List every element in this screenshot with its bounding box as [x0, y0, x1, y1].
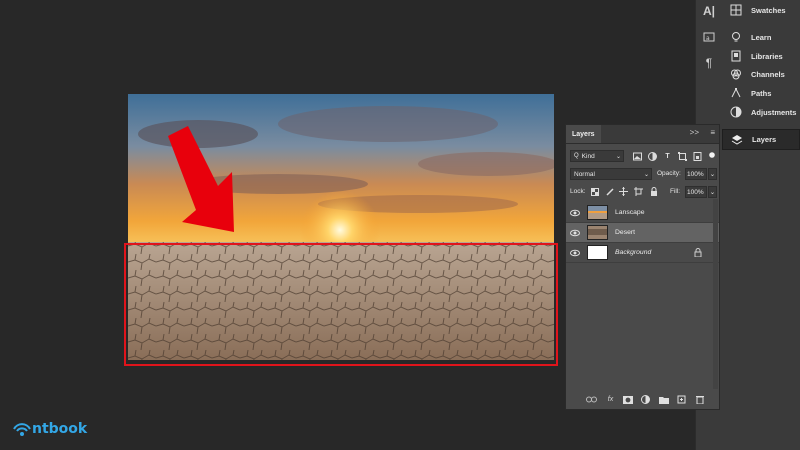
- panel-learn-label: Learn: [751, 32, 772, 42]
- filter-pixel-icon[interactable]: [633, 152, 642, 161]
- blend-mode-select[interactable]: Normal ⌄: [570, 168, 652, 180]
- paths-icon: [729, 86, 743, 100]
- ntbook-logo: ntbook: [12, 418, 87, 440]
- panel-learn[interactable]: Learn: [722, 27, 800, 47]
- filter-smart-object-icon[interactable]: [693, 152, 702, 161]
- panel-paths-label: Paths: [751, 88, 772, 98]
- layer-name: Desert: [615, 229, 636, 236]
- lock-artboard-icon[interactable]: [634, 187, 643, 196]
- layers-panel-footer: fx: [566, 390, 719, 409]
- panel-menu-icon[interactable]: ≡: [710, 128, 715, 137]
- eye-icon[interactable]: [570, 248, 580, 258]
- filter-kind-select[interactable]: Q Kind ⌄: [570, 150, 624, 162]
- layer-thumbnail: [587, 205, 608, 220]
- panel-layers[interactable]: Layers: [722, 129, 800, 150]
- opacity-label: Opacity:: [657, 170, 681, 177]
- filter-kind-label: Kind: [581, 152, 595, 160]
- panel-adjustments[interactable]: Adjustments: [722, 102, 800, 122]
- filter-adjustment-icon[interactable]: [648, 152, 657, 161]
- mask-icon[interactable]: [622, 394, 633, 405]
- fill-label: Fill:: [670, 188, 681, 195]
- glyphs-icon[interactable]: a: [700, 28, 718, 46]
- lock-pixels-icon[interactable]: [605, 187, 614, 196]
- link-icon[interactable]: [586, 394, 597, 405]
- layers-scrollbar[interactable]: [713, 199, 718, 389]
- layers-panel-header: Layers >> ≡: [566, 125, 719, 144]
- layer-thumbnail: [587, 245, 608, 260]
- opacity-chevron-icon[interactable]: ⌄: [708, 168, 717, 180]
- panel-paths[interactable]: Paths: [722, 83, 800, 103]
- panel-list: Swatches Learn Libraries Channels Paths …: [722, 0, 800, 450]
- character-icon[interactable]: A|: [700, 2, 718, 20]
- search-icon: Q: [574, 153, 579, 159]
- panel-swatches[interactable]: Swatches: [722, 0, 800, 20]
- channels-icon: [729, 67, 743, 81]
- lock-label: Lock:: [570, 188, 586, 195]
- panel-libraries[interactable]: Libraries: [722, 46, 800, 66]
- layer-name: Background: [615, 249, 652, 256]
- chevron-down-icon: ⌄: [615, 153, 621, 160]
- filter-toggle-icon[interactable]: [707, 150, 716, 159]
- layers-panel: Layers >> ≡ Q Kind ⌄ T Normal ⌄ Opacity:…: [565, 124, 720, 410]
- panel-adjustments-label: Adjustments: [751, 107, 797, 117]
- blend-mode-value: Normal: [574, 170, 595, 178]
- filter-shape-icon[interactable]: [678, 152, 687, 161]
- panel-swatches-label: Swatches: [751, 5, 786, 15]
- layer-row-background[interactable]: Background: [566, 243, 719, 263]
- chevron-down-icon: ⌄: [643, 171, 649, 178]
- lock-icon: [694, 248, 702, 257]
- panel-channels[interactable]: Channels: [722, 64, 800, 84]
- wifi-logo-icon: [13, 423, 31, 436]
- layer-name: Lanscape: [615, 209, 645, 216]
- fill-chevron-icon[interactable]: ⌄: [708, 186, 717, 198]
- trash-icon[interactable]: [694, 394, 705, 405]
- swatches-icon: [729, 3, 743, 17]
- panel-layers-label: Layers: [752, 135, 777, 144]
- opacity-input[interactable]: 100%: [685, 168, 707, 180]
- new-layer-icon[interactable]: [676, 394, 687, 405]
- highlight-rectangle: [124, 243, 558, 366]
- layer-thumbnail: [587, 225, 608, 240]
- layer-row-lanscape[interactable]: Lanscape: [566, 203, 719, 223]
- lock-position-icon[interactable]: [619, 187, 628, 196]
- panel-libraries-label: Libraries: [751, 51, 783, 61]
- lock-all-icon[interactable]: [649, 187, 658, 196]
- layer-row-desert[interactable]: Desert: [566, 223, 719, 243]
- lock-transparency-icon[interactable]: [590, 187, 599, 196]
- adjustment-layer-icon[interactable]: [640, 394, 651, 405]
- eye-icon[interactable]: [570, 208, 580, 218]
- fx-icon[interactable]: fx: [605, 394, 616, 405]
- red-arrow-icon: [168, 126, 234, 232]
- layers-icon: [730, 133, 744, 147]
- eye-icon[interactable]: [570, 228, 580, 238]
- panel-channels-label: Channels: [751, 69, 785, 79]
- folder-icon[interactable]: [658, 394, 669, 405]
- svg-text:a: a: [706, 35, 710, 42]
- logo-text: ntbook: [32, 421, 88, 437]
- paragraph-icon[interactable]: ¶: [700, 54, 718, 72]
- fill-input[interactable]: 100%: [685, 186, 707, 198]
- lightbulb-icon: [729, 30, 743, 44]
- collapse-icon[interactable]: >>: [690, 128, 699, 137]
- filter-type-icon[interactable]: T: [663, 152, 672, 161]
- tab-layers[interactable]: Layers: [566, 125, 601, 143]
- adjustments-icon: [729, 105, 743, 119]
- libraries-icon: [729, 49, 743, 63]
